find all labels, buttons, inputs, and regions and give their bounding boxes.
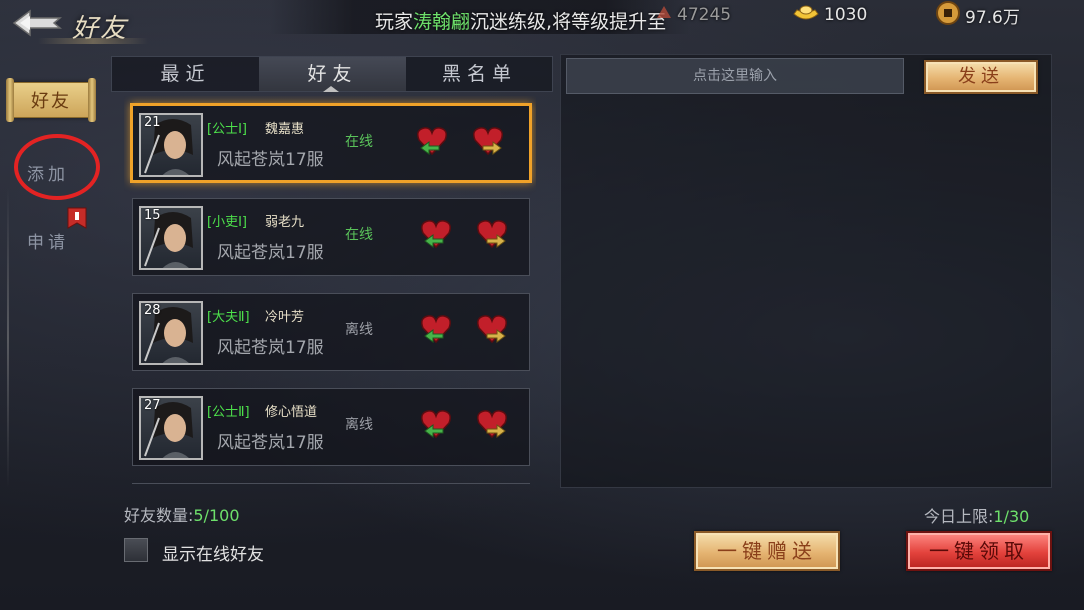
friend-card[interactable]: 15 [小吏Ⅰ] 弱老九 风起苍岚17服 在线 bbox=[132, 198, 530, 276]
send-heart-icon[interactable] bbox=[471, 124, 505, 158]
show-online-label: 显示在线好友 bbox=[162, 545, 264, 565]
power-icon bbox=[655, 4, 673, 27]
friend-status: 离线 bbox=[345, 322, 373, 338]
tab-friends[interactable]: 好友 bbox=[259, 57, 406, 92]
tab-blacklist[interactable]: 黑名单 bbox=[406, 57, 553, 91]
coin-resource: 97.6万 bbox=[935, 0, 1020, 28]
friend-server: 风起苍岚17服 bbox=[217, 150, 324, 170]
friend-list[interactable]: 21 [公士Ⅰ] 魏嘉惠 风起苍岚17服 在线 15 [小吏Ⅰ] 弱老九 风起苍… bbox=[124, 96, 536, 484]
copper-coin-icon bbox=[935, 0, 961, 31]
avatar: 21 bbox=[139, 113, 203, 177]
power-resource: 47245 bbox=[655, 4, 731, 26]
send-heart-icon[interactable] bbox=[475, 217, 509, 251]
announcement-suffix: 沉迷练级,将等级提升至 bbox=[470, 11, 667, 33]
sidebar-item-requests[interactable]: 申请 bbox=[8, 228, 88, 268]
chat-panel bbox=[560, 54, 1052, 488]
friend-card[interactable]: 21 [公士Ⅰ] 魏嘉惠 风起苍岚17服 在线 bbox=[130, 103, 532, 183]
daily-limit-value: 1/30 bbox=[993, 507, 1030, 526]
friend-name: 弱老九 bbox=[265, 215, 305, 230]
announcement-text: 玩家涛翰翩沉迷练级,将等级提升至 bbox=[375, 7, 666, 34]
tab-recent[interactable]: 最近 bbox=[112, 57, 259, 91]
avatar: 15 bbox=[139, 206, 203, 270]
friend-level: 15 bbox=[144, 208, 161, 223]
friend-count-label: 好友数量: bbox=[124, 506, 194, 525]
power-value: 47245 bbox=[677, 5, 732, 25]
back-button[interactable] bbox=[12, 6, 63, 40]
friend-level: 21 bbox=[144, 115, 161, 130]
send-heart-icon[interactable] bbox=[475, 407, 509, 441]
show-online-checkbox[interactable] bbox=[124, 538, 148, 562]
sidebar-item-friends[interactable]: 好友 bbox=[2, 78, 100, 122]
top-bar: 好友 玩家涛翰翩沉迷练级,将等级提升至 47245 1030 97.6万 bbox=[0, 0, 1084, 46]
ingot-value: 1030 bbox=[824, 5, 868, 25]
friend-server: 风起苍岚17服 bbox=[217, 433, 324, 453]
friend-rank-title: [小吏Ⅰ] bbox=[207, 215, 247, 230]
claim-all-button[interactable]: 一键领取 bbox=[906, 531, 1052, 571]
daily-limit: 今日上限:1/30 bbox=[924, 503, 1029, 527]
friend-rank-title: [公士Ⅱ] bbox=[207, 405, 250, 420]
friend-status: 在线 bbox=[345, 227, 373, 243]
friend-card-partial[interactable] bbox=[132, 483, 530, 484]
friend-card[interactable]: 28 [大夫Ⅱ] 冷叶芳 风起苍岚17服 离线 bbox=[132, 293, 530, 371]
friend-status: 离线 bbox=[345, 417, 373, 433]
gift-all-button[interactable]: 一键赠送 bbox=[694, 531, 840, 571]
friend-name: 修心悟道 bbox=[265, 405, 318, 420]
friend-name: 魏嘉惠 bbox=[265, 122, 305, 137]
friend-level: 28 bbox=[144, 303, 161, 318]
tab-bar: 最近 好友 黑名单 bbox=[111, 56, 553, 92]
friend-count-value: 5/100 bbox=[193, 506, 240, 525]
friend-card[interactable]: 27 [公士Ⅱ] 修心悟道 风起苍岚17服 离线 bbox=[132, 388, 530, 466]
friend-name: 冷叶芳 bbox=[265, 310, 305, 325]
friend-status: 在线 bbox=[345, 134, 373, 150]
announcement-player-name: 涛翰翩 bbox=[413, 11, 471, 33]
friend-rank-title: [大夫Ⅱ] bbox=[207, 310, 250, 325]
sidebar-item-add[interactable]: 添加 bbox=[8, 160, 88, 200]
chat-input[interactable] bbox=[566, 58, 904, 94]
send-heart-icon[interactable] bbox=[475, 312, 509, 346]
receive-heart-icon[interactable] bbox=[419, 312, 453, 346]
receive-heart-icon[interactable] bbox=[415, 124, 449, 158]
coin-value: 97.6万 bbox=[965, 7, 1020, 28]
friend-count: 好友数量:5/100 bbox=[124, 502, 240, 526]
sidebar-item-label: 好友 bbox=[31, 91, 71, 112]
friend-level: 27 bbox=[144, 398, 161, 413]
receive-heart-icon[interactable] bbox=[419, 217, 453, 251]
friend-rank-title: [公士Ⅰ] bbox=[207, 122, 247, 137]
friend-server: 风起苍岚17服 bbox=[217, 243, 324, 263]
send-button[interactable]: 发送 bbox=[924, 60, 1038, 94]
notification-badge-icon bbox=[66, 206, 88, 230]
daily-limit-label: 今日上限: bbox=[924, 507, 994, 526]
title-decoration bbox=[38, 38, 148, 44]
avatar: 28 bbox=[139, 301, 203, 365]
ingot-resource: 1030 bbox=[792, 4, 867, 26]
announcement-prefix: 玩家 bbox=[375, 11, 414, 33]
gold-ingot-icon bbox=[792, 2, 820, 29]
receive-heart-icon[interactable] bbox=[419, 407, 453, 441]
back-arrow-icon bbox=[12, 9, 63, 37]
friend-server: 风起苍岚17服 bbox=[217, 338, 324, 358]
avatar: 27 bbox=[139, 396, 203, 460]
